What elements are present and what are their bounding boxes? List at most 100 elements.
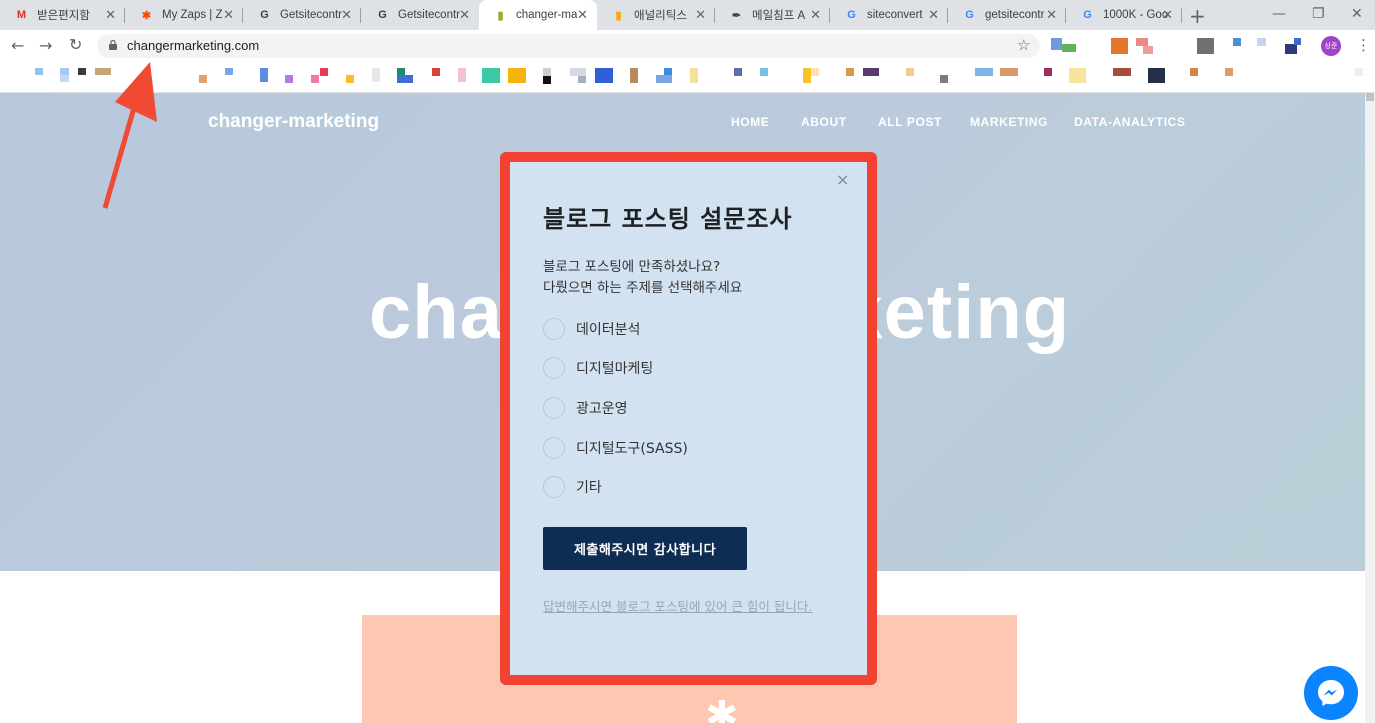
bookmark-icon[interactable]	[664, 68, 672, 75]
bookmark-icon[interactable]	[863, 68, 879, 76]
reload-icon[interactable]: ↻	[69, 35, 82, 54]
bookmark-icon[interactable]	[811, 68, 819, 76]
bookmark-icon[interactable]	[199, 75, 207, 83]
bookmark-icon[interactable]	[690, 68, 698, 83]
radio-button[interactable]	[543, 437, 565, 459]
forward-arrow-icon[interactable]: →	[39, 36, 52, 55]
nav-home[interactable]: HOME	[731, 115, 769, 129]
bookmark-icon[interactable]	[372, 68, 380, 82]
bookmark-icon[interactable]	[260, 68, 268, 82]
bookmark-icon[interactable]	[1190, 68, 1198, 76]
survey-option[interactable]: 광고운영	[543, 397, 628, 419]
bookmark-icon[interactable]	[311, 75, 319, 83]
popup-close-icon[interactable]: ×	[836, 170, 849, 189]
tab-close-icon[interactable]: ✕	[1162, 8, 1173, 22]
extension-icon[interactable]	[1111, 38, 1128, 54]
extension-icon[interactable]	[1285, 44, 1297, 54]
bookmark-icon[interactable]	[543, 68, 551, 76]
survey-option[interactable]: 기타	[543, 476, 602, 498]
browser-tab[interactable]: G 1000K - Goo ✕	[1066, 0, 1182, 30]
extension-icon[interactable]	[1136, 38, 1148, 46]
bookmark-star-icon[interactable]: ☆	[1017, 36, 1030, 54]
bookmark-icon[interactable]	[35, 68, 43, 75]
tab-close-icon[interactable]: ✕	[1046, 8, 1057, 22]
browser-tab[interactable]: ▮ changer-ma ✕	[479, 0, 597, 30]
bookmark-icon[interactable]	[285, 75, 293, 83]
tab-close-icon[interactable]: ✕	[928, 8, 939, 22]
minimize-icon[interactable]: —	[1272, 6, 1286, 22]
browser-tab[interactable]: ✱ My Zaps | Z ✕	[125, 0, 243, 30]
bookmark-icon[interactable]	[595, 68, 613, 83]
radio-button[interactable]	[543, 397, 565, 419]
bookmark-icon[interactable]	[432, 68, 440, 76]
bookmark-icon[interactable]	[78, 68, 86, 75]
bookmark-icon[interactable]	[760, 68, 768, 76]
new-tab-button[interactable]: +	[1189, 4, 1206, 28]
nav-about[interactable]: ABOUT	[801, 115, 847, 129]
scrollbar-thumb[interactable]	[1366, 93, 1374, 101]
browser-tab[interactable]: G Getsitecontr ✕	[243, 0, 361, 30]
tab-close-icon[interactable]: ✕	[810, 8, 821, 22]
nav-all-post[interactable]: ALL POST	[878, 115, 942, 129]
tab-close-icon[interactable]: ✕	[223, 8, 234, 22]
browser-tab[interactable]: M 받은편지함 ✕	[0, 0, 125, 30]
survey-option[interactable]: 디지털도구(SASS)	[543, 437, 688, 459]
bookmark-icon[interactable]	[543, 76, 551, 84]
bookmark-icon[interactable]	[508, 68, 526, 83]
back-arrow-icon[interactable]: ←	[11, 36, 24, 55]
bookmark-icon[interactable]	[60, 75, 69, 82]
bookmark-icon[interactable]	[734, 68, 742, 76]
bookmark-icon[interactable]	[458, 68, 466, 82]
tab-close-icon[interactable]: ✕	[105, 8, 116, 22]
bookmark-icon[interactable]	[1225, 68, 1233, 76]
bookmark-icon[interactable]	[570, 68, 586, 76]
survey-option[interactable]: 디지털마케팅	[543, 357, 653, 379]
bookmark-icon[interactable]	[1044, 68, 1052, 76]
bookmark-icon[interactable]	[60, 68, 69, 75]
bookmark-icon[interactable]	[1113, 68, 1131, 76]
browser-menu-icon[interactable]: ⋮	[1356, 36, 1371, 54]
extension-icon[interactable]	[1233, 38, 1241, 46]
nav-marketing[interactable]: MARKETING	[970, 115, 1048, 129]
extension-icon[interactable]	[1062, 44, 1076, 52]
bookmark-icon[interactable]	[656, 75, 672, 83]
browser-tab[interactable]: Gsiteconvert ✕	[830, 0, 948, 30]
extension-icon[interactable]	[1051, 38, 1062, 50]
tab-close-icon[interactable]: ✕	[459, 8, 470, 22]
bookmark-icon[interactable]	[320, 68, 328, 76]
profile-avatar[interactable]: 상준	[1321, 36, 1341, 56]
extension-icon[interactable]	[1294, 38, 1301, 45]
site-brand[interactable]: changer-marketing	[208, 111, 379, 133]
radio-button[interactable]	[543, 318, 565, 340]
tab-close-icon[interactable]: ✕	[695, 8, 706, 22]
popup-footnote[interactable]: 답변해주시면 블로그 포스팅에 있어 큰 힘이 됩니다.	[543, 598, 823, 615]
browser-tab[interactable]: Ggetsitecontr ✕	[948, 0, 1066, 30]
bookmark-icon[interactable]	[803, 68, 811, 83]
browser-tab[interactable]: G Getsitecontr ✕	[361, 0, 479, 30]
tab-close-icon[interactable]: ✕	[341, 8, 352, 22]
extension-icon[interactable]	[1197, 38, 1214, 54]
bookmark-icon[interactable]	[397, 75, 413, 83]
bookmark-icon[interactable]	[1148, 68, 1165, 83]
bookmark-icon[interactable]	[1355, 68, 1363, 76]
bookmark-icon[interactable]	[1000, 68, 1018, 76]
browser-tab[interactable]: ✒ 메일침프 A ✕	[715, 0, 830, 30]
tab-close-icon[interactable]: ✕	[577, 8, 588, 22]
survey-option[interactable]: 데이터분석	[543, 318, 640, 340]
bookmark-icon[interactable]	[906, 68, 914, 76]
bookmark-icon[interactable]	[578, 76, 586, 83]
bookmark-icon[interactable]	[846, 68, 854, 76]
bookmark-icon[interactable]	[940, 75, 948, 83]
page-scrollbar[interactable]	[1365, 93, 1375, 723]
bookmark-icon[interactable]	[482, 68, 500, 83]
browser-tab[interactable]: ▮ 애널리틱스 ✕	[597, 0, 715, 30]
bookmark-icon[interactable]	[225, 68, 233, 75]
bookmark-icon[interactable]	[346, 75, 354, 83]
restore-icon[interactable]: ❐	[1312, 6, 1325, 22]
url-text[interactable]: changermarketing.com	[127, 38, 259, 53]
messenger-chat-button[interactable]	[1304, 666, 1358, 720]
bookmark-icon[interactable]	[630, 68, 638, 83]
radio-button[interactable]	[543, 357, 565, 379]
radio-button[interactable]	[543, 476, 565, 498]
submit-button[interactable]: 제출해주시면 감사합니다	[543, 527, 747, 570]
